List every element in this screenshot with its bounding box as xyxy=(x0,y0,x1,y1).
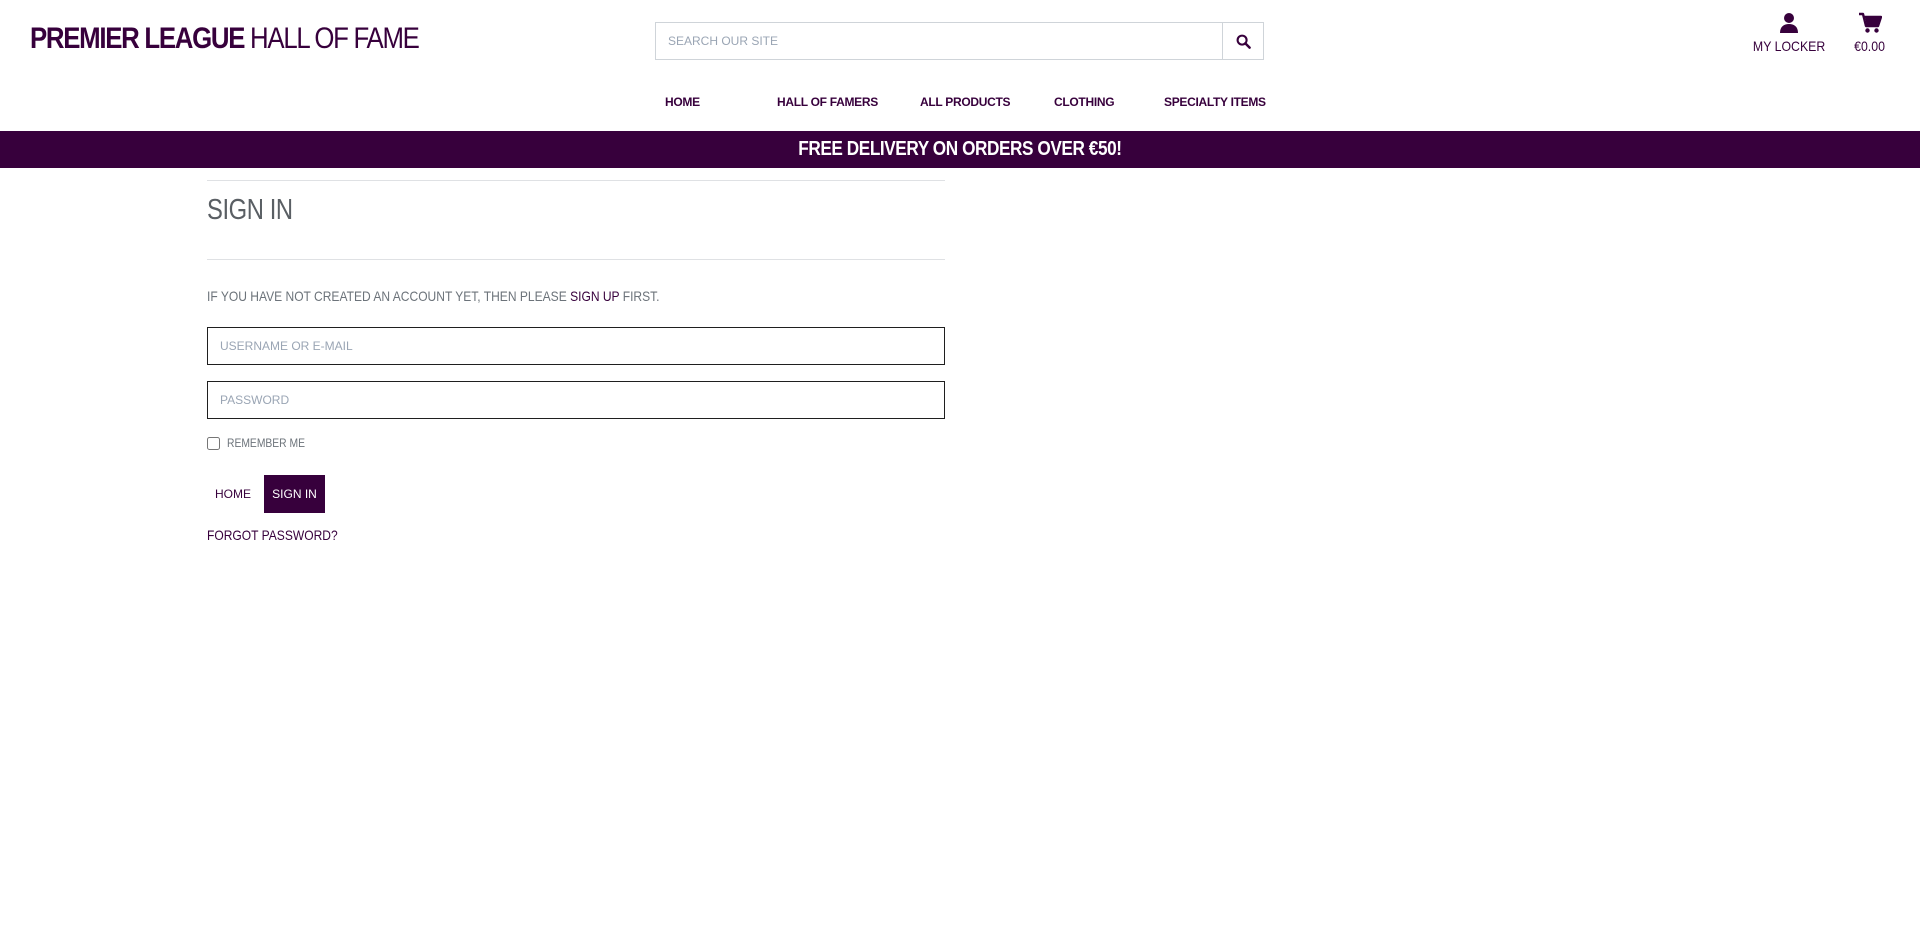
main-nav: Home Hall of Famers All Products Clothin… xyxy=(665,90,1274,114)
search-form xyxy=(655,22,1264,60)
remember-me: Remember Me xyxy=(207,436,318,450)
delivery-banner: Free delivery on orders over €50! xyxy=(0,131,1920,168)
my-locker-label: My Locker xyxy=(1752,38,1826,54)
page-title: Sign In xyxy=(207,194,293,226)
top-divider xyxy=(207,180,945,181)
form-actions: Home Sign In xyxy=(207,475,325,513)
shopping-cart-icon xyxy=(1858,12,1882,33)
site-logo[interactable]: Premier League Hall of Fame xyxy=(30,20,420,58)
signup-prompt-after: first. xyxy=(622,288,660,304)
search-input[interactable] xyxy=(655,22,1222,60)
title-divider xyxy=(207,259,945,260)
site-header: Premier League Hall of Fame My Locker €0… xyxy=(0,0,1920,131)
my-locker-link[interactable]: My Locker xyxy=(1748,12,1830,54)
shopping-bag-link[interactable]: €0.00 xyxy=(1852,12,1887,54)
signup-prompt: If you have not created an account yet, … xyxy=(207,288,660,304)
search-button[interactable] xyxy=(1222,22,1264,60)
sign-in-button[interactable]: Sign In xyxy=(264,475,325,513)
search-icon xyxy=(1236,34,1251,49)
bag-total: €0.00 xyxy=(1854,38,1885,54)
signup-link[interactable]: sign up xyxy=(570,288,619,304)
user-icon xyxy=(1780,13,1799,33)
remember-me-checkbox[interactable] xyxy=(207,436,220,450)
nav-item-home[interactable]: Home xyxy=(665,90,777,114)
delivery-banner-text: Free delivery on orders over €50! xyxy=(798,138,1122,160)
signup-prompt-before: If you have not created an account yet, … xyxy=(207,288,567,304)
nav-item-clothing[interactable]: Clothing xyxy=(1054,90,1164,114)
nav-item-specialty-items[interactable]: Specialty Items xyxy=(1164,90,1274,114)
remember-me-label[interactable]: Remember Me xyxy=(227,436,305,450)
username-field[interactable] xyxy=(207,327,945,365)
forgot-password-link[interactable]: Forgot Password? xyxy=(207,527,338,543)
logo-bold-text: Premier League xyxy=(30,22,245,55)
nav-item-all-products[interactable]: All Products xyxy=(920,90,1054,114)
nav-item-hall-of-famers[interactable]: Hall of Famers xyxy=(777,90,920,114)
logo-thin-text: Hall of Fame xyxy=(250,22,420,55)
home-button[interactable]: Home xyxy=(207,475,259,513)
password-field[interactable] xyxy=(207,381,945,419)
